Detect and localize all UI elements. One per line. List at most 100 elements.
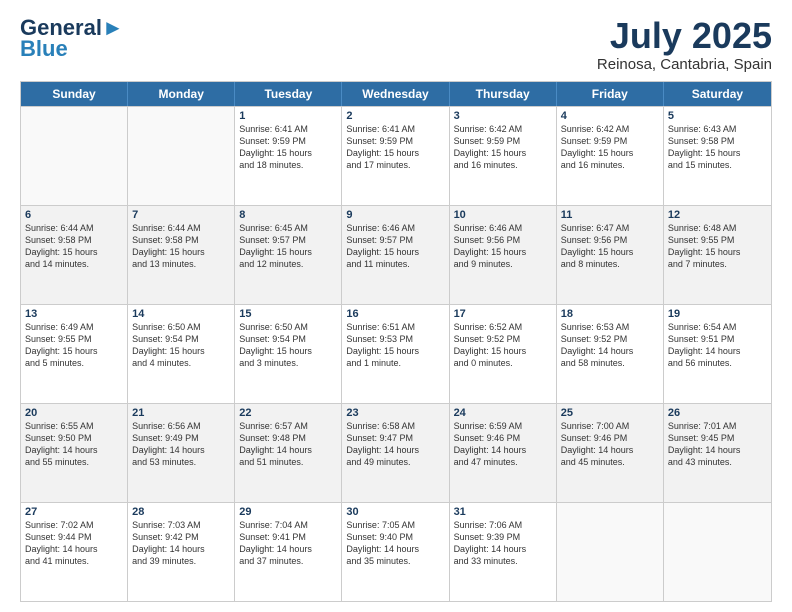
cell-info: Sunrise: 6:48 AM Sunset: 9:55 PM Dayligh… <box>668 222 767 271</box>
cell-info: Sunrise: 7:01 AM Sunset: 9:45 PM Dayligh… <box>668 420 767 469</box>
calendar-row: 1Sunrise: 6:41 AM Sunset: 9:59 PM Daylig… <box>21 106 771 205</box>
cell-info: Sunrise: 7:00 AM Sunset: 9:46 PM Dayligh… <box>561 420 659 469</box>
calendar-cell: 16Sunrise: 6:51 AM Sunset: 9:53 PM Dayli… <box>342 305 449 403</box>
cell-info: Sunrise: 7:06 AM Sunset: 9:39 PM Dayligh… <box>454 519 552 568</box>
calendar-cell: 17Sunrise: 6:52 AM Sunset: 9:52 PM Dayli… <box>450 305 557 403</box>
day-number: 14 <box>132 308 230 320</box>
calendar-cell: 24Sunrise: 6:59 AM Sunset: 9:46 PM Dayli… <box>450 404 557 502</box>
calendar-cell: 29Sunrise: 7:04 AM Sunset: 9:41 PM Dayli… <box>235 503 342 601</box>
day-number: 21 <box>132 407 230 419</box>
cell-info: Sunrise: 6:41 AM Sunset: 9:59 PM Dayligh… <box>239 123 337 172</box>
calendar-row: 20Sunrise: 6:55 AM Sunset: 9:50 PM Dayli… <box>21 403 771 502</box>
calendar-cell: 4Sunrise: 6:42 AM Sunset: 9:59 PM Daylig… <box>557 107 664 205</box>
calendar-body: 1Sunrise: 6:41 AM Sunset: 9:59 PM Daylig… <box>21 106 771 601</box>
cell-info: Sunrise: 6:49 AM Sunset: 9:55 PM Dayligh… <box>25 321 123 370</box>
cell-info: Sunrise: 6:44 AM Sunset: 9:58 PM Dayligh… <box>132 222 230 271</box>
calendar-cell: 22Sunrise: 6:57 AM Sunset: 9:48 PM Dayli… <box>235 404 342 502</box>
calendar-cell: 26Sunrise: 7:01 AM Sunset: 9:45 PM Dayli… <box>664 404 771 502</box>
day-number: 17 <box>454 308 552 320</box>
calendar-cell: 30Sunrise: 7:05 AM Sunset: 9:40 PM Dayli… <box>342 503 449 601</box>
cell-info: Sunrise: 6:50 AM Sunset: 9:54 PM Dayligh… <box>239 321 337 370</box>
calendar-cell: 19Sunrise: 6:54 AM Sunset: 9:51 PM Dayli… <box>664 305 771 403</box>
day-number: 12 <box>668 209 767 221</box>
calendar-cell: 18Sunrise: 6:53 AM Sunset: 9:52 PM Dayli… <box>557 305 664 403</box>
cell-info: Sunrise: 6:46 AM Sunset: 9:56 PM Dayligh… <box>454 222 552 271</box>
calendar-cell: 20Sunrise: 6:55 AM Sunset: 9:50 PM Dayli… <box>21 404 128 502</box>
day-number: 25 <box>561 407 659 419</box>
location: Reinosa, Cantabria, Spain <box>597 56 772 73</box>
day-number: 27 <box>25 506 123 518</box>
cell-info: Sunrise: 7:02 AM Sunset: 9:44 PM Dayligh… <box>25 519 123 568</box>
weekday-header: Tuesday <box>235 82 342 106</box>
day-number: 19 <box>668 308 767 320</box>
day-number: 2 <box>346 110 444 122</box>
calendar-cell <box>664 503 771 601</box>
day-number: 18 <box>561 308 659 320</box>
calendar-cell: 2Sunrise: 6:41 AM Sunset: 9:59 PM Daylig… <box>342 107 449 205</box>
day-number: 9 <box>346 209 444 221</box>
day-number: 4 <box>561 110 659 122</box>
day-number: 6 <box>25 209 123 221</box>
calendar-cell <box>128 107 235 205</box>
calendar-cell: 27Sunrise: 7:02 AM Sunset: 9:44 PM Dayli… <box>21 503 128 601</box>
calendar-row: 27Sunrise: 7:02 AM Sunset: 9:44 PM Dayli… <box>21 502 771 601</box>
cell-info: Sunrise: 6:44 AM Sunset: 9:58 PM Dayligh… <box>25 222 123 271</box>
calendar: SundayMondayTuesdayWednesdayThursdayFrid… <box>20 81 772 602</box>
cell-info: Sunrise: 6:55 AM Sunset: 9:50 PM Dayligh… <box>25 420 123 469</box>
calendar-cell: 31Sunrise: 7:06 AM Sunset: 9:39 PM Dayli… <box>450 503 557 601</box>
calendar-cell: 21Sunrise: 6:56 AM Sunset: 9:49 PM Dayli… <box>128 404 235 502</box>
calendar-cell: 15Sunrise: 6:50 AM Sunset: 9:54 PM Dayli… <box>235 305 342 403</box>
calendar-cell: 10Sunrise: 6:46 AM Sunset: 9:56 PM Dayli… <box>450 206 557 304</box>
day-number: 11 <box>561 209 659 221</box>
header: General► Blue July 2025 Reinosa, Cantabr… <box>20 16 772 73</box>
calendar-cell: 14Sunrise: 6:50 AM Sunset: 9:54 PM Dayli… <box>128 305 235 403</box>
day-number: 10 <box>454 209 552 221</box>
day-number: 22 <box>239 407 337 419</box>
cell-info: Sunrise: 6:50 AM Sunset: 9:54 PM Dayligh… <box>132 321 230 370</box>
cell-info: Sunrise: 6:53 AM Sunset: 9:52 PM Dayligh… <box>561 321 659 370</box>
calendar-cell: 9Sunrise: 6:46 AM Sunset: 9:57 PM Daylig… <box>342 206 449 304</box>
cell-info: Sunrise: 6:56 AM Sunset: 9:49 PM Dayligh… <box>132 420 230 469</box>
calendar-cell: 7Sunrise: 6:44 AM Sunset: 9:58 PM Daylig… <box>128 206 235 304</box>
weekday-header: Sunday <box>21 82 128 106</box>
calendar-row: 6Sunrise: 6:44 AM Sunset: 9:58 PM Daylig… <box>21 205 771 304</box>
day-number: 31 <box>454 506 552 518</box>
logo-blue: Blue <box>20 36 68 62</box>
calendar-cell: 3Sunrise: 6:42 AM Sunset: 9:59 PM Daylig… <box>450 107 557 205</box>
day-number: 15 <box>239 308 337 320</box>
weekday-header: Monday <box>128 82 235 106</box>
day-number: 5 <box>668 110 767 122</box>
title-block: July 2025 Reinosa, Cantabria, Spain <box>597 16 772 73</box>
calendar-cell: 25Sunrise: 7:00 AM Sunset: 9:46 PM Dayli… <box>557 404 664 502</box>
day-number: 16 <box>346 308 444 320</box>
calendar-cell: 8Sunrise: 6:45 AM Sunset: 9:57 PM Daylig… <box>235 206 342 304</box>
calendar-cell <box>21 107 128 205</box>
month-title: July 2025 <box>597 16 772 56</box>
cell-info: Sunrise: 6:54 AM Sunset: 9:51 PM Dayligh… <box>668 321 767 370</box>
page: General► Blue July 2025 Reinosa, Cantabr… <box>0 0 792 612</box>
weekday-header: Friday <box>557 82 664 106</box>
calendar-cell: 6Sunrise: 6:44 AM Sunset: 9:58 PM Daylig… <box>21 206 128 304</box>
day-number: 20 <box>25 407 123 419</box>
cell-info: Sunrise: 6:43 AM Sunset: 9:58 PM Dayligh… <box>668 123 767 172</box>
cell-info: Sunrise: 6:42 AM Sunset: 9:59 PM Dayligh… <box>561 123 659 172</box>
day-number: 29 <box>239 506 337 518</box>
day-number: 28 <box>132 506 230 518</box>
cell-info: Sunrise: 6:45 AM Sunset: 9:57 PM Dayligh… <box>239 222 337 271</box>
calendar-cell: 5Sunrise: 6:43 AM Sunset: 9:58 PM Daylig… <box>664 107 771 205</box>
calendar-row: 13Sunrise: 6:49 AM Sunset: 9:55 PM Dayli… <box>21 304 771 403</box>
cell-info: Sunrise: 6:52 AM Sunset: 9:52 PM Dayligh… <box>454 321 552 370</box>
calendar-cell: 13Sunrise: 6:49 AM Sunset: 9:55 PM Dayli… <box>21 305 128 403</box>
cell-info: Sunrise: 6:47 AM Sunset: 9:56 PM Dayligh… <box>561 222 659 271</box>
cell-info: Sunrise: 7:04 AM Sunset: 9:41 PM Dayligh… <box>239 519 337 568</box>
day-number: 24 <box>454 407 552 419</box>
cell-info: Sunrise: 7:05 AM Sunset: 9:40 PM Dayligh… <box>346 519 444 568</box>
logo: General► Blue <box>20 16 124 62</box>
cell-info: Sunrise: 6:42 AM Sunset: 9:59 PM Dayligh… <box>454 123 552 172</box>
day-number: 1 <box>239 110 337 122</box>
day-number: 8 <box>239 209 337 221</box>
weekday-header: Thursday <box>450 82 557 106</box>
calendar-cell: 28Sunrise: 7:03 AM Sunset: 9:42 PM Dayli… <box>128 503 235 601</box>
cell-info: Sunrise: 6:58 AM Sunset: 9:47 PM Dayligh… <box>346 420 444 469</box>
day-number: 23 <box>346 407 444 419</box>
